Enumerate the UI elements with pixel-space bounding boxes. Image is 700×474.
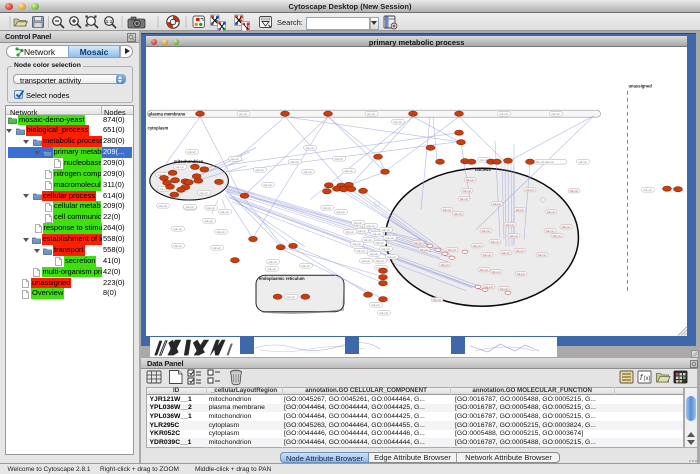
svg-text:Gk-xd: Gk-xd	[441, 263, 449, 267]
svg-text:Gk-xd: Gk-xd	[186, 205, 194, 209]
svg-text:Gk-xd: Gk-xd	[358, 229, 366, 233]
svg-text:Gk-xd: Gk-xd	[367, 224, 375, 228]
svg-text:Gk-xd: Gk-xd	[382, 228, 390, 232]
svg-text:Gk-xd: Gk-xd	[200, 191, 208, 195]
svg-text:Gk-xd: Gk-xd	[376, 241, 384, 245]
svg-text:Gk-xd: Gk-xd	[482, 229, 490, 233]
svg-text:Gk-xd: Gk-xd	[353, 242, 361, 246]
svg-text:Gk-xd: Gk-xd	[473, 244, 481, 248]
svg-text:Gk-xd: Gk-xd	[553, 234, 561, 238]
svg-text:Gk-xd: Gk-xd	[506, 223, 514, 227]
svg-text:Gk-xd: Gk-xd	[304, 170, 312, 174]
svg-text:Gk-xd: Gk-xd	[217, 230, 225, 234]
svg-text:Gk-xd: Gk-xd	[551, 112, 559, 116]
svg-text:Gk-xd: Gk-xd	[373, 232, 381, 236]
svg-text:Gk-xd: Gk-xd	[500, 287, 508, 291]
svg-text:Gk-xd: Gk-xd	[269, 260, 277, 264]
svg-text:Gk-xd: Gk-xd	[443, 208, 451, 212]
svg-text:Gk-xd: Gk-xd	[570, 189, 578, 193]
svg-text:Gk-xd: Gk-xd	[493, 202, 501, 206]
svg-text:Gk-xd: Gk-xd	[354, 221, 362, 225]
svg-text:Gk-xd: Gk-xd	[463, 189, 471, 193]
svg-text:Gk-xd: Gk-xd	[414, 241, 422, 245]
svg-text:Gk-xd: Gk-xd	[207, 206, 215, 210]
svg-text:Gk-xd: Gk-xd	[420, 248, 428, 252]
svg-text:Gk-xd: Gk-xd	[643, 188, 651, 192]
svg-text:Gk-xd: Gk-xd	[372, 303, 380, 307]
svg-text:Gk-xd: Gk-xd	[578, 160, 586, 164]
svg-text:Gk-xd-tphl-ox: Gk-xd-tphl-ox	[536, 160, 554, 164]
svg-text:Gk-xd: Gk-xd	[480, 268, 488, 272]
svg-text:Gk-xd: Gk-xd	[287, 295, 295, 299]
svg-text:nucleus: nucleus	[475, 167, 491, 172]
svg-text:Gk-xd: Gk-xd	[370, 252, 378, 256]
svg-text:Gk-xd: Gk-xd	[448, 248, 456, 252]
svg-text:Gk-xd: Gk-xd	[345, 169, 353, 173]
svg-text:Gk-xd: Gk-xd	[346, 230, 354, 234]
svg-text:Gk-xd: Gk-xd	[388, 255, 396, 259]
svg-text:Gk-xd: Gk-xd	[364, 238, 372, 242]
svg-text:Gk-xd: Gk-xd	[268, 267, 276, 271]
svg-text:Gk-xd: Gk-xd	[382, 247, 390, 251]
svg-text:Gk-xd: Gk-xd	[306, 146, 314, 150]
svg-text:Gk-xd: Gk-xd	[499, 112, 507, 116]
svg-text:Gk-xd: Gk-xd	[526, 188, 534, 192]
svg-text:Gk-xd: Gk-xd	[466, 178, 474, 182]
svg-text:Gk-xd: Gk-xd	[433, 298, 441, 302]
svg-text:Gk-xd: Gk-xd	[376, 259, 384, 263]
svg-text:Gk-xd: Gk-xd	[491, 240, 499, 244]
svg-text:Gk-xd: Gk-xd	[362, 259, 370, 263]
svg-text:plasma membrane: plasma membrane	[149, 112, 186, 117]
svg-text:cytoplasm: cytoplasm	[148, 126, 169, 131]
svg-text:Gk-xd: Gk-xd	[174, 227, 182, 231]
svg-text:Gk-xd: Gk-xd	[386, 236, 394, 240]
svg-text:Gk-xd: Gk-xd	[323, 206, 331, 210]
svg-text:Gk-xd: Gk-xd	[394, 120, 402, 124]
svg-text:Gk-xd: Gk-xd	[239, 112, 247, 116]
svg-text:Gk-xd: Gk-xd	[302, 264, 310, 268]
svg-text:Gk-xd: Gk-xd	[264, 183, 272, 187]
svg-text:unassigned: unassigned	[628, 84, 652, 89]
svg-text:Gk-xd: Gk-xd	[174, 244, 182, 248]
svg-text:Gk-xd: Gk-xd	[547, 210, 555, 214]
svg-text:Gk-xd: Gk-xd	[357, 249, 365, 253]
svg-text:Gk-xd: Gk-xd	[538, 253, 546, 257]
svg-text:Gk-xd: Gk-xd	[188, 150, 196, 154]
svg-text:Gk-xd: Gk-xd	[213, 246, 221, 250]
svg-text:(x): (x)	[644, 376, 651, 382]
svg-text:Gk-xd: Gk-xd	[291, 160, 299, 164]
svg-text:Gk-xd: Gk-xd	[510, 234, 518, 238]
svg-text:Gk-xd: Gk-xd	[516, 208, 524, 212]
svg-text:Gk-xd: Gk-xd	[256, 168, 264, 172]
svg-text:Gk-xd: Gk-xd	[516, 249, 524, 253]
svg-text:mitochondrion: mitochondrion	[174, 159, 204, 164]
svg-text:Gk-xd: Gk-xd	[205, 219, 213, 223]
svg-text:Gk-xd: Gk-xd	[380, 311, 388, 315]
svg-text:Gk-xd: Gk-xd	[502, 251, 510, 255]
svg-text:Gk-xd: Gk-xd	[517, 272, 525, 276]
svg-text:Gk-xd: Gk-xd	[159, 204, 167, 208]
svg-text:Gk-xd: Gk-xd	[483, 253, 491, 257]
svg-text:Gk-xd: Gk-xd	[367, 112, 375, 116]
svg-text:Gk-xd: Gk-xd	[492, 270, 500, 274]
svg-text:Gk-xd: Gk-xd	[562, 225, 570, 229]
svg-text:Gk-xd: Gk-xd	[231, 157, 239, 161]
svg-text:endoplasmic reticulum: endoplasmic reticulum	[259, 276, 305, 281]
svg-text:Gk-xd: Gk-xd	[454, 212, 462, 216]
svg-text:Gk-xd: Gk-xd	[337, 210, 345, 214]
svg-text:Gk-xd: Gk-xd	[460, 197, 468, 201]
svg-text:Gk-xd: Gk-xd	[546, 229, 554, 233]
svg-text:Gk-xd: Gk-xd	[176, 165, 184, 169]
svg-text:Gk-xd: Gk-xd	[221, 210, 229, 214]
svg-text:Gk-xd: Gk-xd	[335, 157, 343, 161]
